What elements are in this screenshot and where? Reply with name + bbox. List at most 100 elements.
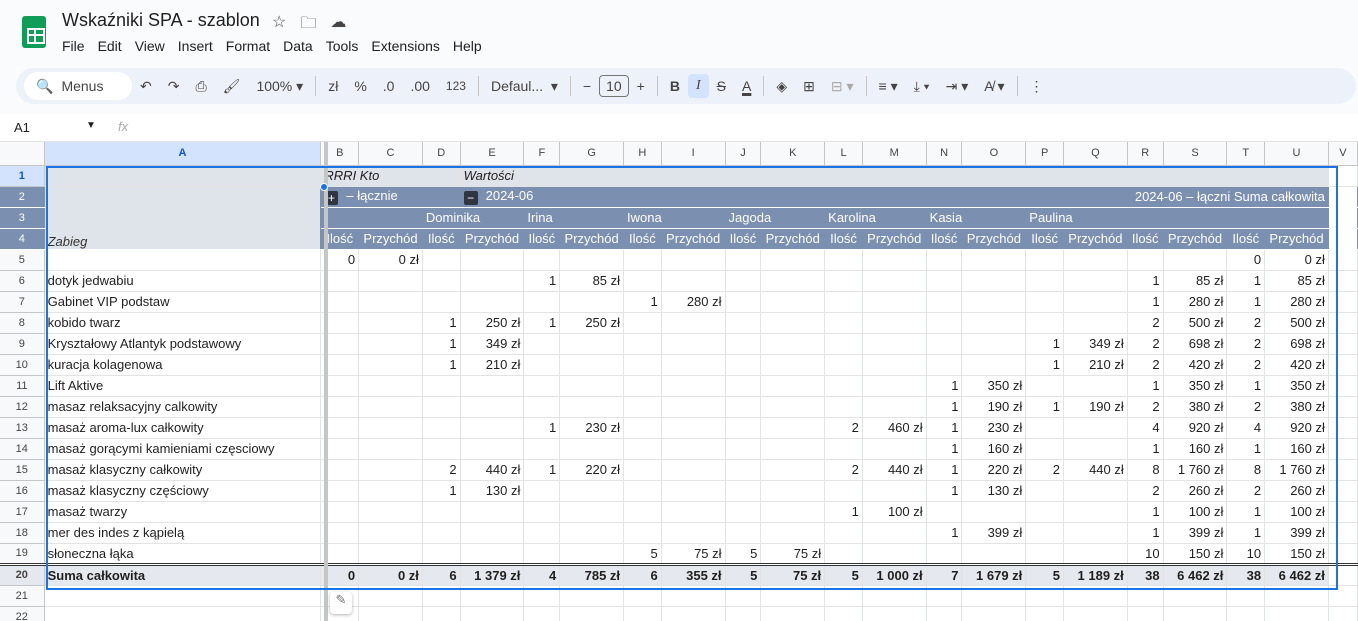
column-header-H[interactable]: H	[623, 142, 662, 166]
quantity-cell[interactable]: 4	[1226, 417, 1266, 439]
total-cell[interactable]: 6 462 zł	[1264, 562, 1329, 586]
revenue-cell[interactable]: 75 zł	[661, 543, 726, 565]
row-header[interactable]: 17	[0, 501, 45, 523]
revenue-cell[interactable]: 420 zł	[1163, 354, 1228, 376]
revenue-cell[interactable]	[559, 396, 625, 418]
revenue-cell[interactable]	[760, 291, 826, 313]
total-cell[interactable]: 6	[623, 562, 662, 586]
quantity-cell[interactable]	[422, 291, 461, 313]
revenue-cell[interactable]	[460, 417, 525, 439]
column-header-D[interactable]: D	[422, 142, 461, 166]
revenue-cell[interactable]	[961, 249, 1027, 271]
revenue-cell[interactable]: 350 zł	[1163, 375, 1228, 397]
cell[interactable]	[1025, 585, 1064, 607]
cell[interactable]	[1264, 585, 1329, 607]
revenue-cell[interactable]	[661, 270, 726, 292]
column-header-V[interactable]: V	[1328, 142, 1358, 166]
quantity-cell[interactable]	[824, 522, 863, 544]
row-header[interactable]: 6	[0, 270, 45, 292]
revenue-cell[interactable]	[460, 543, 525, 565]
treatment-name[interactable]: masaż aroma-lux całkowity	[44, 417, 322, 439]
cell[interactable]	[1328, 207, 1358, 229]
print-icon[interactable]: ⎙	[187, 78, 214, 95]
cell[interactable]	[523, 606, 561, 621]
quantity-cell[interactable]	[623, 333, 662, 355]
revenue-cell[interactable]	[661, 354, 726, 376]
total-cell[interactable]: 38	[1226, 562, 1266, 586]
quantity-cell[interactable]	[1025, 375, 1064, 397]
quantity-cell[interactable]	[926, 312, 963, 334]
row-header[interactable]: 15	[0, 459, 45, 481]
name-box[interactable]: A1	[14, 120, 30, 135]
revenue-cell[interactable]: 920 zł	[1264, 417, 1329, 439]
spreadsheet-grid[interactable]: A B C D E F G H I J K L M N O P Q R S T U V 1 RRRI Kto Wartości 2…	[0, 142, 1358, 621]
person-header[interactable]: Paulina	[1025, 207, 1128, 229]
quantity-cell[interactable]	[523, 354, 561, 376]
quantity-cell[interactable]: 2	[1025, 459, 1064, 481]
cloud-status-icon[interactable]: ☁	[330, 12, 346, 39]
vertical-align-icon[interactable]: ⤓ ▾	[906, 78, 938, 95]
revenue-cell[interactable]: 500 zł	[1264, 312, 1329, 334]
cell[interactable]	[1163, 585, 1228, 607]
font-size-input[interactable]: 10	[599, 75, 629, 97]
revenue-cell[interactable]	[760, 438, 826, 460]
revenue-cell[interactable]	[961, 543, 1027, 565]
cell[interactable]	[1025, 606, 1064, 621]
collapse-group[interactable]: −2024-06	[460, 186, 662, 208]
quantity-cell[interactable]	[623, 354, 662, 376]
cell[interactable]	[44, 606, 322, 621]
revenue-header[interactable]: Przychód	[760, 228, 826, 250]
row-header[interactable]: 14	[0, 438, 45, 460]
cell[interactable]	[1328, 270, 1358, 292]
revenue-cell[interactable]: 250 zł	[559, 312, 625, 334]
person-header[interactable]: Jagoda	[725, 207, 826, 229]
total-cell[interactable]: 1 679 zł	[961, 562, 1027, 586]
treatment-name[interactable]: dotyk jedwabiu	[44, 270, 322, 292]
revenue-cell[interactable]	[862, 291, 927, 313]
revenue-cell[interactable]: 280 zł	[1163, 291, 1228, 313]
horizontal-align-icon[interactable]: ≡ ▾	[871, 78, 906, 95]
cell[interactable]	[1328, 562, 1358, 586]
revenue-header[interactable]: Przychód	[358, 228, 423, 250]
revenue-cell[interactable]	[358, 354, 423, 376]
quantity-cell[interactable]: 1	[926, 480, 963, 502]
revenue-cell[interactable]	[460, 396, 525, 418]
revenue-cell[interactable]	[358, 543, 423, 565]
quantity-cell[interactable]	[725, 417, 762, 439]
quantity-cell[interactable]	[824, 480, 863, 502]
quantity-cell[interactable]	[422, 375, 461, 397]
cell[interactable]	[725, 585, 762, 607]
total-label[interactable]: Suma całkowita	[44, 562, 322, 586]
revenue-cell[interactable]: 920 zł	[1163, 417, 1228, 439]
revenue-cell[interactable]	[862, 522, 927, 544]
revenue-cell[interactable]: 220 zł	[559, 459, 625, 481]
revenue-cell[interactable]	[862, 354, 927, 376]
quantity-cell[interactable]	[623, 249, 662, 271]
revenue-header[interactable]: Przychód	[559, 228, 625, 250]
qty-header[interactable]: Ilość	[926, 228, 963, 250]
total-cell[interactable]: 6	[422, 562, 461, 586]
revenue-cell[interactable]: 100 zł	[1163, 501, 1228, 523]
cell[interactable]	[1328, 438, 1358, 460]
revenue-cell[interactable]	[961, 270, 1027, 292]
cell[interactable]	[1264, 606, 1329, 621]
quantity-cell[interactable]: 1	[1127, 375, 1164, 397]
quantity-cell[interactable]: 1	[1226, 438, 1266, 460]
cell[interactable]	[661, 585, 726, 607]
quantity-cell[interactable]	[725, 375, 762, 397]
cell[interactable]	[824, 606, 863, 621]
font-size-decrease-icon[interactable]: −	[575, 78, 599, 94]
row-header[interactable]: 4	[0, 228, 45, 250]
total-cell[interactable]: 355 zł	[661, 562, 726, 586]
revenue-cell[interactable]	[661, 459, 726, 481]
revenue-cell[interactable]: 250 zł	[460, 312, 525, 334]
qty-header[interactable]: Ilość	[725, 228, 762, 250]
cell[interactable]	[862, 585, 927, 607]
quantity-cell[interactable]	[725, 522, 762, 544]
quantity-cell[interactable]	[725, 291, 762, 313]
quantity-cell[interactable]	[422, 417, 461, 439]
revenue-cell[interactable]	[559, 333, 625, 355]
revenue-cell[interactable]	[358, 480, 423, 502]
quantity-cell[interactable]	[1025, 291, 1064, 313]
cell[interactable]	[559, 606, 625, 621]
